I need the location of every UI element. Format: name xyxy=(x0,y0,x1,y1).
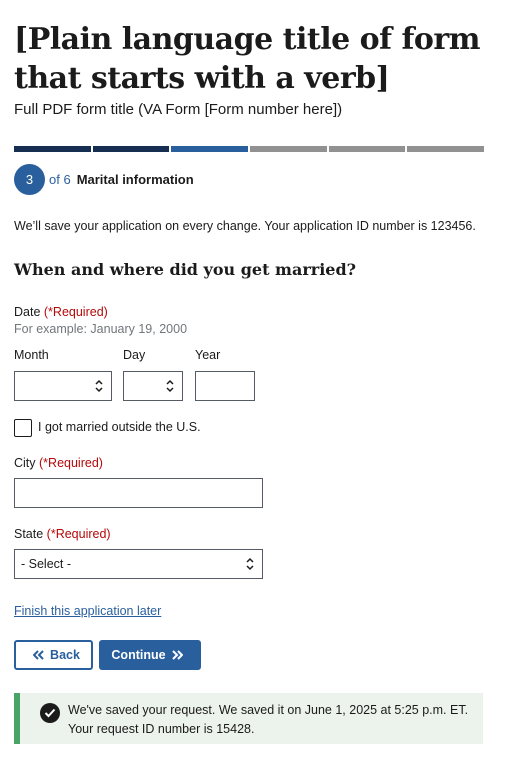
day-label: Day xyxy=(123,348,146,362)
progress-segment-5 xyxy=(328,146,406,152)
progress-segment-1 xyxy=(14,146,91,152)
date-label: Date xyxy=(14,305,41,319)
date-required-marker: (*Required) xyxy=(43,305,108,319)
success-alert: We've saved your request. We saved it on… xyxy=(14,693,483,744)
double-chevron-right-icon xyxy=(171,647,183,663)
segmented-progress-bar xyxy=(14,146,485,152)
step-total: of 6 xyxy=(49,171,71,187)
continue-button-label: Continue xyxy=(111,648,166,662)
back-button-label: Back xyxy=(50,648,80,662)
finish-later-link[interactable]: Finish this application later xyxy=(14,604,161,618)
date-hint: For example: January 19, 2000 xyxy=(14,322,188,336)
progress-segment-2 xyxy=(92,146,170,152)
day-select[interactable] xyxy=(123,371,183,401)
progress-segment-3 xyxy=(171,146,249,152)
double-chevron-left-icon xyxy=(32,647,44,663)
city-required-marker: (*Required) xyxy=(39,456,103,470)
month-label: Month xyxy=(14,348,49,362)
check-circle-icon xyxy=(40,703,60,723)
city-label: City xyxy=(14,456,36,470)
city-label-group: City (*Required) xyxy=(14,456,103,470)
step-heading: Marital information xyxy=(76,171,194,187)
chevron-up-down-icon xyxy=(95,379,103,393)
outside-us-checkbox[interactable] xyxy=(14,419,32,437)
city-input[interactable] xyxy=(14,478,263,508)
month-select[interactable] xyxy=(14,371,112,401)
alert-line-1: We've saved your request. We saved it on… xyxy=(68,703,469,717)
state-label: State xyxy=(14,527,44,541)
date-label-group: Date (*Required) xyxy=(14,305,108,319)
step-number-badge: 3 xyxy=(14,163,45,195)
year-label: Year xyxy=(195,348,221,362)
alert-message: We've saved your request. We saved it on… xyxy=(68,701,468,739)
progress-segment-6 xyxy=(407,146,485,152)
continue-button[interactable]: Continue xyxy=(99,640,201,670)
outside-us-label[interactable]: I got married outside the U.S. xyxy=(38,420,201,434)
autosave-note: We’ll save your application on every cha… xyxy=(14,219,476,233)
year-input[interactable] xyxy=(195,371,255,401)
back-button[interactable]: Back xyxy=(14,640,93,670)
question-heading: When and where did you get married? xyxy=(14,260,357,279)
form-subtitle: Full PDF form title (VA Form [Form numbe… xyxy=(14,101,343,118)
state-select-value: - Select - xyxy=(21,557,72,571)
chevron-up-down-icon xyxy=(246,557,254,571)
state-required-marker: (*Required) xyxy=(46,527,111,541)
page-title: [Plain language title of form that start… xyxy=(14,22,480,96)
alert-line-2: Your request ID number is 15428. xyxy=(68,722,255,736)
step-indicator: 3 of 6 Marital information xyxy=(14,163,194,195)
progress-segment-4 xyxy=(250,146,327,152)
chevron-up-down-icon xyxy=(166,379,174,393)
state-label-group: State (*Required) xyxy=(14,527,111,541)
state-select[interactable]: - Select - xyxy=(14,549,263,579)
